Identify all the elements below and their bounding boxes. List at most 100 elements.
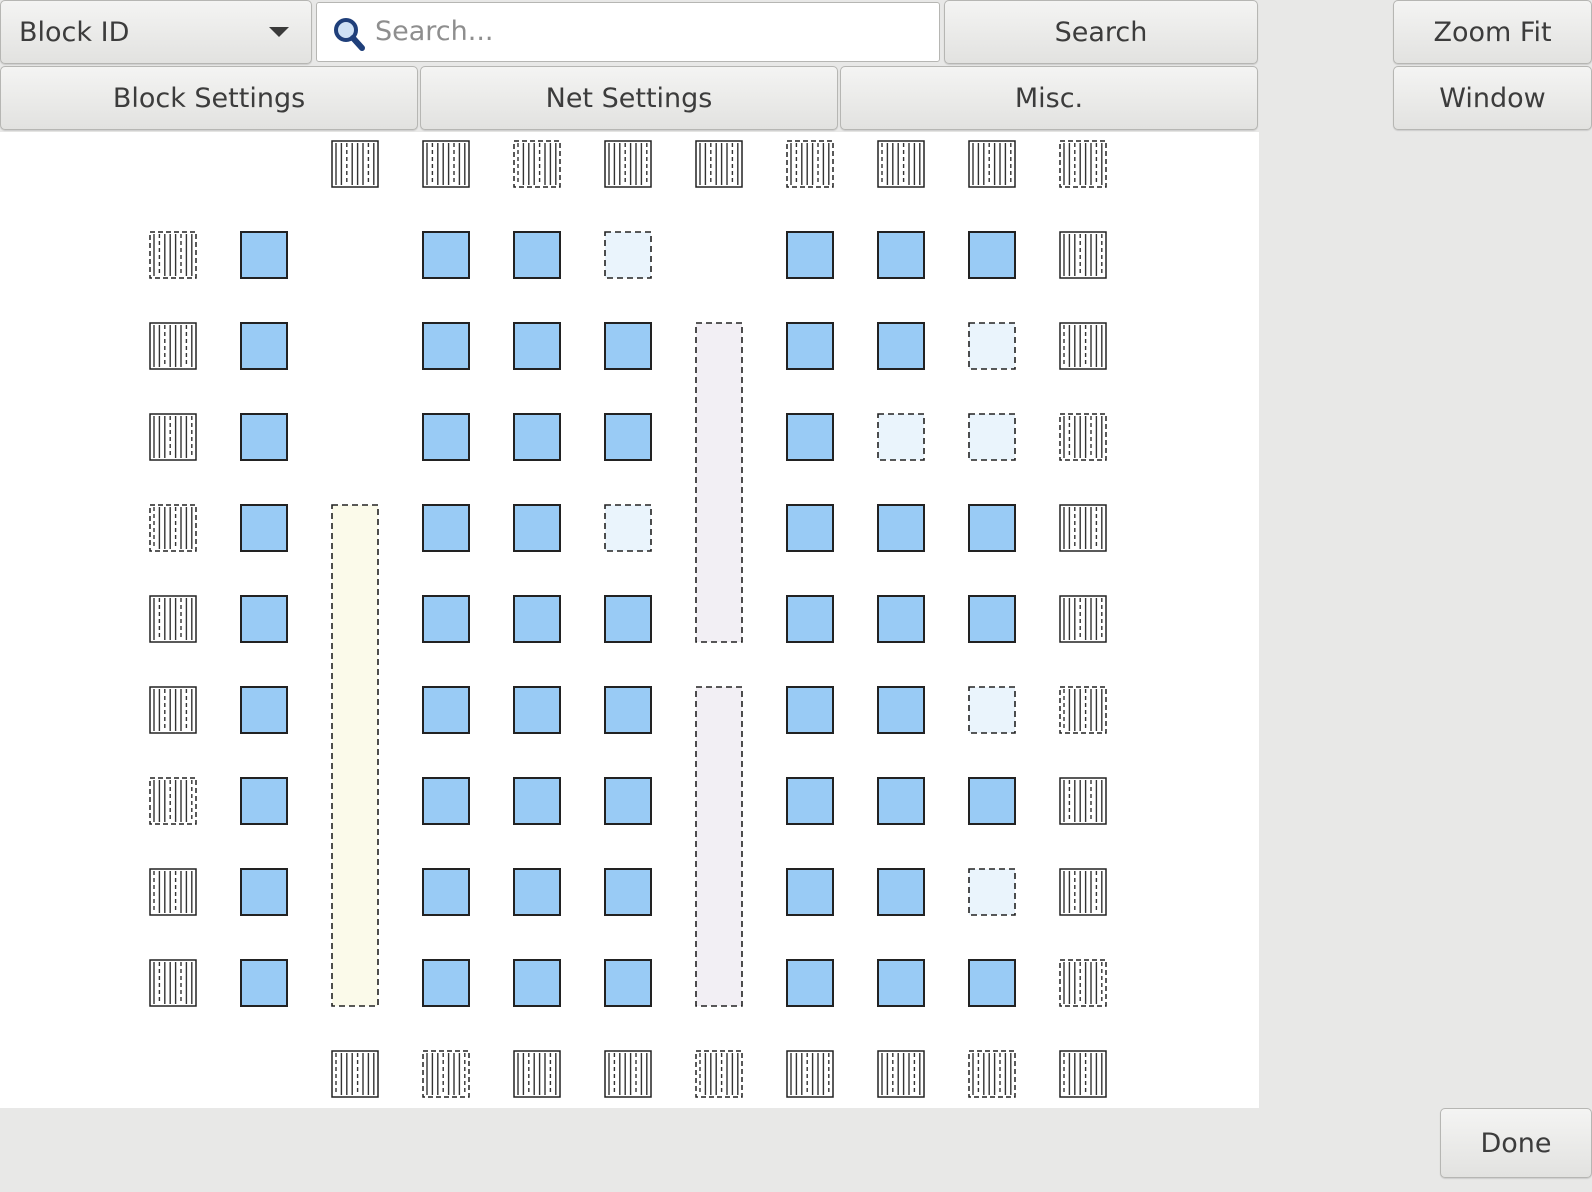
empty-logic-block[interactable] bbox=[968, 868, 1016, 916]
io-pad[interactable] bbox=[968, 140, 1016, 188]
io-pad[interactable] bbox=[422, 140, 470, 188]
logic-block[interactable] bbox=[786, 322, 834, 370]
io-pad[interactable] bbox=[149, 231, 197, 279]
io-pad[interactable] bbox=[513, 1050, 561, 1098]
block-id-select[interactable]: Block ID bbox=[0, 0, 312, 64]
logic-block[interactable] bbox=[513, 322, 561, 370]
logic-block[interactable] bbox=[877, 595, 925, 643]
empty-logic-block[interactable] bbox=[877, 413, 925, 461]
io-pad[interactable] bbox=[331, 1050, 379, 1098]
logic-block[interactable] bbox=[422, 868, 470, 916]
logic-block[interactable] bbox=[877, 868, 925, 916]
tab-net-settings[interactable]: Net Settings bbox=[420, 66, 838, 130]
io-pad[interactable] bbox=[695, 1050, 743, 1098]
io-pad[interactable] bbox=[1059, 140, 1107, 188]
logic-block[interactable] bbox=[968, 504, 1016, 552]
logic-block[interactable] bbox=[513, 504, 561, 552]
memory-block[interactable] bbox=[695, 322, 743, 643]
logic-block[interactable] bbox=[240, 231, 288, 279]
logic-block[interactable] bbox=[240, 777, 288, 825]
logic-block[interactable] bbox=[422, 686, 470, 734]
logic-block[interactable] bbox=[422, 595, 470, 643]
io-pad[interactable] bbox=[968, 1050, 1016, 1098]
logic-block[interactable] bbox=[604, 413, 652, 461]
io-pad[interactable] bbox=[149, 595, 197, 643]
io-pad[interactable] bbox=[1059, 504, 1107, 552]
logic-block[interactable] bbox=[513, 959, 561, 1007]
logic-block[interactable] bbox=[604, 686, 652, 734]
fpga-placement-canvas[interactable] bbox=[0, 132, 1259, 1108]
logic-block[interactable] bbox=[240, 322, 288, 370]
io-pad[interactable] bbox=[149, 413, 197, 461]
logic-block[interactable] bbox=[604, 868, 652, 916]
logic-block[interactable] bbox=[513, 686, 561, 734]
io-pad[interactable] bbox=[149, 686, 197, 734]
logic-block[interactable] bbox=[513, 777, 561, 825]
done-button[interactable]: Done bbox=[1440, 1108, 1592, 1178]
empty-logic-block[interactable] bbox=[604, 504, 652, 552]
io-pad[interactable] bbox=[149, 868, 197, 916]
logic-block[interactable] bbox=[786, 231, 834, 279]
io-pad[interactable] bbox=[1059, 777, 1107, 825]
logic-block[interactable] bbox=[786, 777, 834, 825]
io-pad[interactable] bbox=[1059, 595, 1107, 643]
io-pad[interactable] bbox=[149, 777, 197, 825]
tab-block-settings[interactable]: Block Settings bbox=[0, 66, 418, 130]
logic-block[interactable] bbox=[877, 777, 925, 825]
logic-block[interactable] bbox=[240, 959, 288, 1007]
logic-block[interactable] bbox=[968, 777, 1016, 825]
io-pad[interactable] bbox=[695, 140, 743, 188]
logic-block[interactable] bbox=[786, 413, 834, 461]
logic-block[interactable] bbox=[240, 413, 288, 461]
io-pad[interactable] bbox=[604, 1050, 652, 1098]
io-pad[interactable] bbox=[513, 140, 561, 188]
logic-block[interactable] bbox=[513, 231, 561, 279]
io-pad[interactable] bbox=[149, 959, 197, 1007]
io-pad[interactable] bbox=[877, 1050, 925, 1098]
logic-block[interactable] bbox=[786, 959, 834, 1007]
empty-logic-block[interactable] bbox=[968, 322, 1016, 370]
memory-block[interactable] bbox=[695, 686, 743, 1007]
search-input[interactable]: Search... bbox=[316, 2, 940, 62]
io-pad[interactable] bbox=[331, 140, 379, 188]
io-pad[interactable] bbox=[1059, 1050, 1107, 1098]
logic-block[interactable] bbox=[877, 959, 925, 1007]
logic-block[interactable] bbox=[604, 777, 652, 825]
logic-block[interactable] bbox=[968, 231, 1016, 279]
logic-block[interactable] bbox=[513, 595, 561, 643]
logic-block[interactable] bbox=[786, 686, 834, 734]
logic-block[interactable] bbox=[422, 413, 470, 461]
io-pad[interactable] bbox=[422, 1050, 470, 1098]
logic-block[interactable] bbox=[877, 504, 925, 552]
io-pad[interactable] bbox=[1059, 686, 1107, 734]
logic-block[interactable] bbox=[786, 595, 834, 643]
window-button[interactable]: Window bbox=[1393, 66, 1592, 130]
logic-block[interactable] bbox=[786, 504, 834, 552]
search-button[interactable]: Search bbox=[944, 0, 1258, 64]
io-pad[interactable] bbox=[1059, 868, 1107, 916]
io-pad[interactable] bbox=[1059, 413, 1107, 461]
empty-logic-block[interactable] bbox=[604, 231, 652, 279]
logic-block[interactable] bbox=[240, 686, 288, 734]
logic-block[interactable] bbox=[968, 959, 1016, 1007]
logic-block[interactable] bbox=[422, 231, 470, 279]
io-pad[interactable] bbox=[1059, 231, 1107, 279]
logic-block[interactable] bbox=[604, 595, 652, 643]
io-pad[interactable] bbox=[786, 140, 834, 188]
logic-block[interactable] bbox=[240, 595, 288, 643]
io-pad[interactable] bbox=[149, 322, 197, 370]
io-pad[interactable] bbox=[877, 140, 925, 188]
logic-block[interactable] bbox=[422, 504, 470, 552]
logic-block[interactable] bbox=[786, 868, 834, 916]
logic-block[interactable] bbox=[604, 959, 652, 1007]
logic-block[interactable] bbox=[240, 868, 288, 916]
logic-block[interactable] bbox=[877, 231, 925, 279]
logic-block[interactable] bbox=[968, 595, 1016, 643]
logic-block[interactable] bbox=[422, 959, 470, 1007]
io-pad[interactable] bbox=[1059, 959, 1107, 1007]
logic-block[interactable] bbox=[422, 322, 470, 370]
logic-block[interactable] bbox=[240, 504, 288, 552]
logic-block[interactable] bbox=[604, 322, 652, 370]
tab-misc[interactable]: Misc. bbox=[840, 66, 1258, 130]
empty-logic-block[interactable] bbox=[968, 413, 1016, 461]
